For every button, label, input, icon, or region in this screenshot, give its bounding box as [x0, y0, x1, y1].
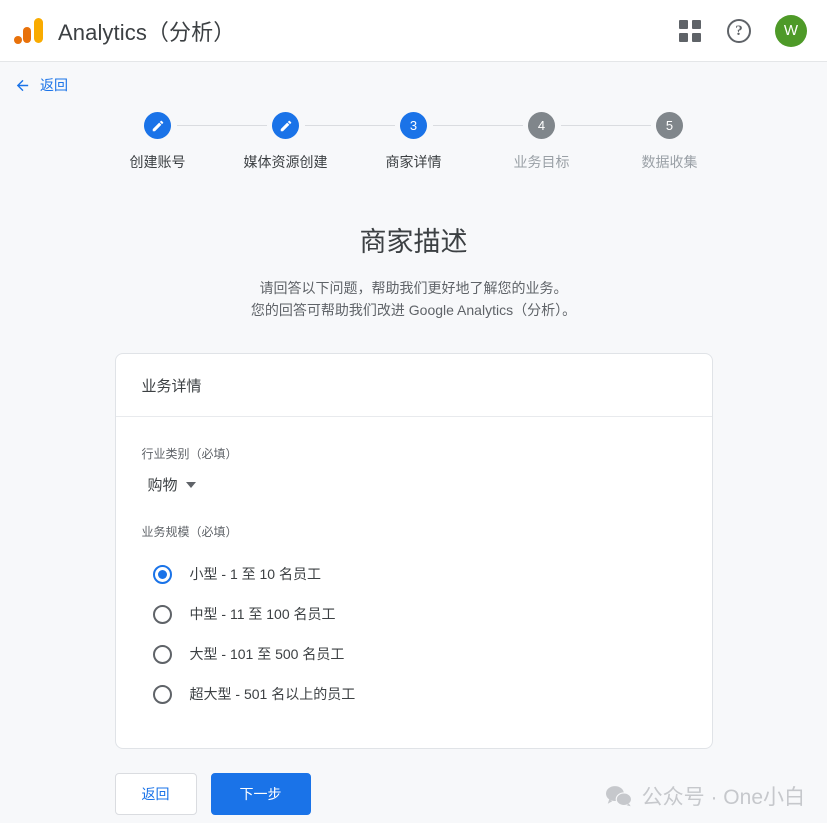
stepper-circle-2: [272, 112, 299, 139]
business-size-label: 业务规模（必填）: [141, 525, 238, 539]
radio-option-large[interactable]: 大型 - 101 至 500 名员工: [142, 634, 686, 674]
back-link-label: 返回: [40, 77, 68, 93]
industry-label: 行业类别（必填）: [141, 447, 238, 461]
pencil-icon: [280, 120, 291, 131]
page-subtitle-line-2: 您的回答可帮助我们改进 Google Analytics（分析）。: [250, 302, 577, 318]
back-link[interactable]: 返回: [14, 75, 68, 95]
industry-select[interactable]: 购物: [142, 472, 198, 497]
app-title: Analytics（分析）: [58, 19, 236, 45]
stepper-connector: [176, 125, 267, 126]
radio-label-small: 小型 - 1 至 10 名员工: [189, 566, 321, 582]
stepper-step-3[interactable]: 3 商家详情: [350, 112, 523, 172]
pencil-icon: [152, 120, 163, 131]
stepper: 创建账号 媒体资源创建 3 商家详情 4 业务目标 5 数据收集: [94, 112, 734, 172]
stepper-connector: [432, 125, 523, 126]
radio-option-small[interactable]: 小型 - 1 至 10 名员工: [142, 554, 686, 594]
chevron-down-icon: [185, 481, 196, 488]
apps-grid-square: [692, 32, 701, 42]
stepper-label-1: 创建账号: [129, 154, 186, 170]
stepper-label-4: 业务目标: [513, 154, 570, 170]
stepper-label-5: 数据收集: [641, 154, 698, 170]
radio-indicator-large[interactable]: [152, 644, 172, 664]
watermark-text: 公众号 · One小白: [641, 786, 805, 809]
stepper-circle-5: 5: [656, 112, 683, 139]
radio-option-medium[interactable]: 中型 - 11 至 100 名员工: [142, 594, 686, 634]
page-subtitle: 请回答以下问题，帮助我们更好地了解您的业务。 您的回答可帮助我们改进 Googl…: [0, 277, 827, 321]
radio-label-medium: 中型 - 11 至 100 名员工: [189, 606, 336, 622]
stepper-step-5[interactable]: 5 数据收集: [606, 112, 734, 172]
stepper-label-3: 商家详情: [385, 154, 442, 170]
card-body: 行业类别（必填） 购物 业务规模（必填） 小型 - 1 至 10 名员工 中型 …: [116, 417, 712, 748]
stepper-connector: [560, 125, 651, 126]
stepper-step-4[interactable]: 4 业务目标: [478, 112, 651, 172]
logo-bar-mid: [23, 26, 31, 43]
app-header: Analytics（分析） ? W: [0, 0, 827, 62]
page-subtitle-line-1: 请回答以下问题，帮助我们更好地了解您的业务。: [259, 280, 568, 296]
business-details-card: 业务详情 行业类别（必填） 购物 业务规模（必填） 小型 - 1 至 10 名员…: [114, 353, 713, 749]
apps-grid-square: [692, 19, 701, 29]
radio-label-large: 大型 - 101 至 500 名员工: [189, 646, 345, 662]
watermark: 公众号 · One小白: [605, 781, 805, 811]
avatar[interactable]: W: [775, 14, 807, 47]
stepper-circle-1: [144, 112, 171, 139]
back-bar: 返回: [0, 62, 827, 98]
logo-bar-tall: [34, 17, 43, 43]
business-size-radio-group: 小型 - 1 至 10 名员工 中型 - 11 至 100 名员工 大型 - 1…: [142, 554, 686, 714]
stepper-connector: [304, 125, 395, 126]
next-button[interactable]: 下一步: [210, 773, 311, 815]
google-analytics-logo: [14, 16, 44, 46]
stepper-circle-3: 3: [400, 112, 427, 139]
radio-indicator-medium[interactable]: [152, 604, 172, 624]
page-title: 商家描述: [359, 227, 468, 257]
apps-grid-square: [679, 32, 688, 42]
wechat-icon: [605, 786, 632, 807]
radio-indicator-small[interactable]: [152, 564, 172, 584]
stepper-step-2[interactable]: 媒体资源创建: [222, 112, 395, 172]
arrow-left-icon: [16, 79, 29, 91]
back-button[interactable]: 返回: [114, 773, 197, 815]
radio-option-extra-large[interactable]: 超大型 - 501 名以上的员工: [142, 674, 686, 714]
industry-select-value: 购物: [147, 477, 178, 494]
radio-label-extra-large: 超大型 - 501 名以上的员工: [189, 686, 356, 702]
stepper-label-2: 媒体资源创建: [243, 154, 328, 170]
card-header-title: 业务详情: [115, 354, 712, 417]
help-icon[interactable]: ?: [727, 18, 751, 43]
apps-grid-square: [679, 19, 688, 29]
stepper-circle-4: 4: [528, 112, 555, 139]
stepper-step-1[interactable]: 创建账号: [94, 112, 267, 172]
logo-dot: [14, 35, 22, 44]
apps-grid-icon[interactable]: [679, 19, 701, 42]
radio-indicator-extra-large[interactable]: [152, 684, 172, 704]
